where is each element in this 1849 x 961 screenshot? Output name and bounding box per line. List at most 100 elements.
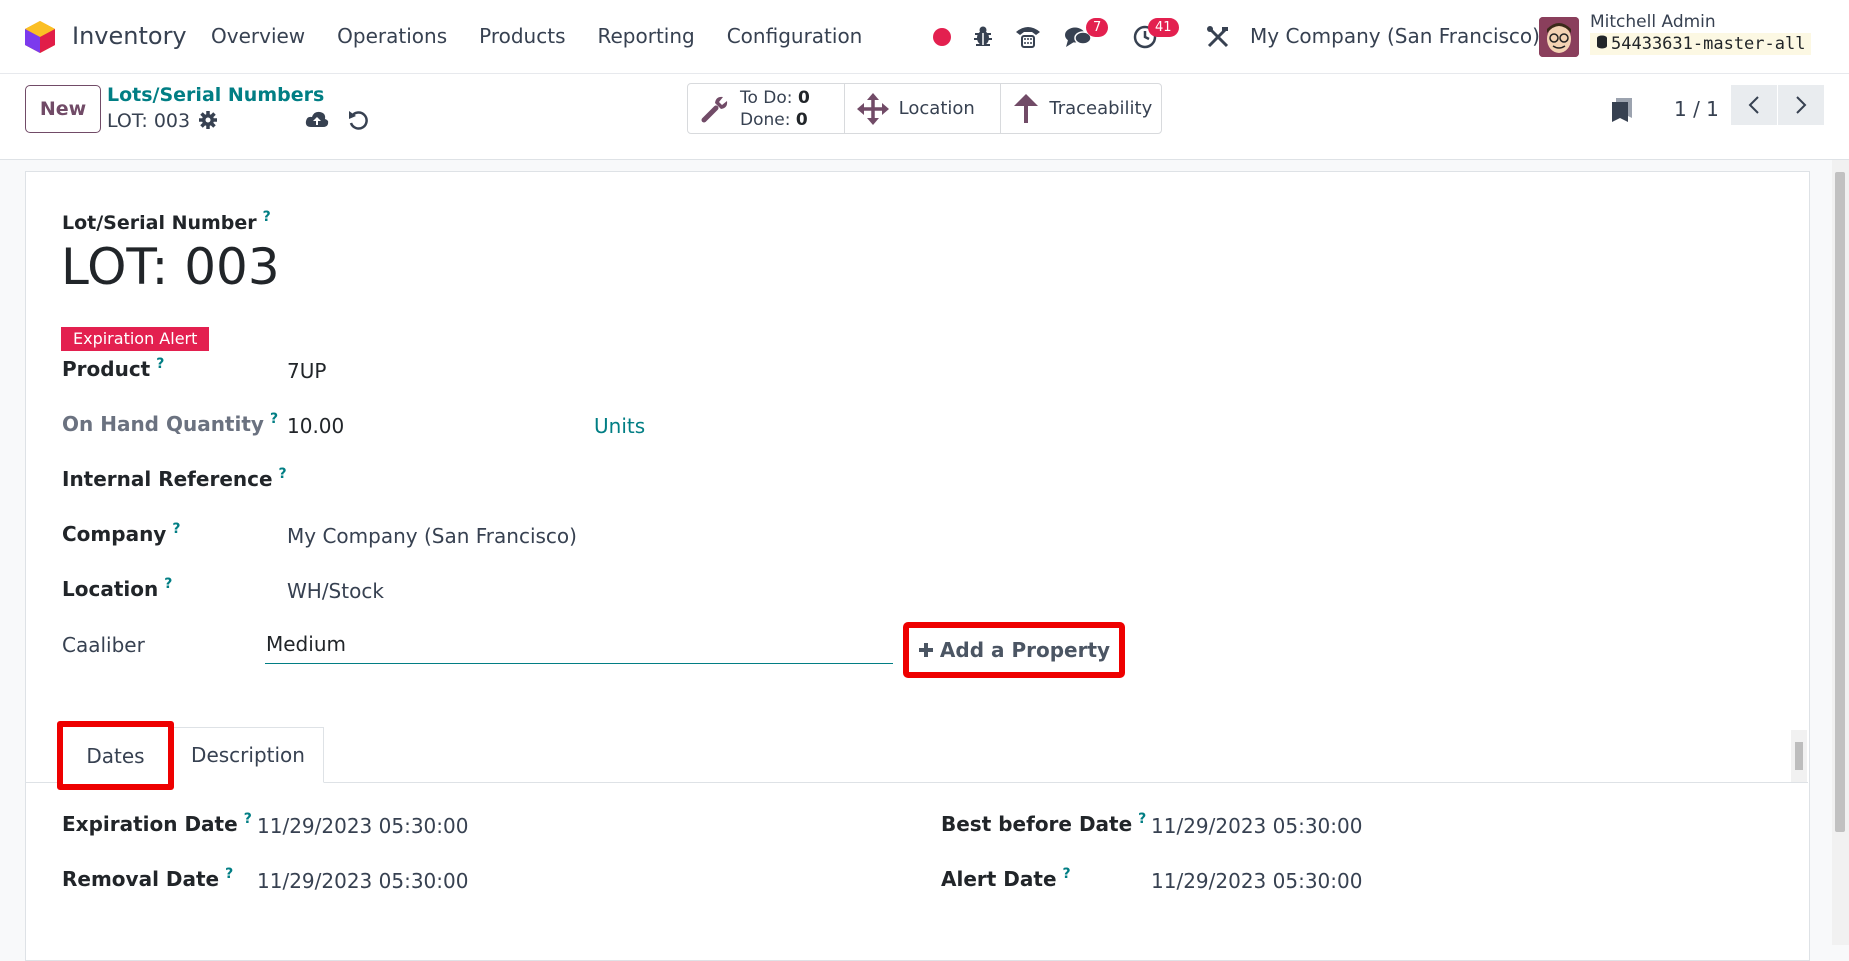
plus-icon xyxy=(918,643,933,657)
onhand-quantity-label-text: On Hand Quantity xyxy=(62,412,264,436)
onhand-quantity-label: On Hand Quantity? xyxy=(62,411,278,436)
pager-previous-button[interactable] xyxy=(1731,85,1777,125)
database-name: 54433631-master-all xyxy=(1590,33,1812,55)
add-property-label: Add a Property xyxy=(939,638,1111,662)
alert-date-field[interactable]: 11/29/2023 05:30:00 xyxy=(1151,869,1362,893)
chat-badge: 7 xyxy=(1086,18,1109,37)
phone-icon[interactable] xyxy=(1014,24,1042,50)
page-scrollbar[interactable] xyxy=(1832,160,1849,945)
activity-badge: 41 xyxy=(1148,18,1179,37)
menu-reporting[interactable]: Reporting xyxy=(597,24,694,48)
product-label: Product? xyxy=(62,356,164,381)
main-menu: Overview Operations Products Reporting C… xyxy=(211,24,862,48)
best-before-date-label: Best before Date? xyxy=(941,811,1146,836)
bug-icon[interactable] xyxy=(973,25,993,47)
help-tooltip-icon[interactable]: ? xyxy=(172,521,180,537)
help-tooltip-icon[interactable]: ? xyxy=(225,866,233,882)
chevron-right-icon xyxy=(1796,96,1807,114)
location-label: Location? xyxy=(62,576,172,601)
menu-operations[interactable]: Operations xyxy=(337,24,447,48)
traceability-button-label: Traceability xyxy=(1049,98,1153,119)
company-switcher[interactable]: My Company (San Francisco) xyxy=(1250,24,1540,48)
user-avatar[interactable] xyxy=(1539,17,1579,57)
new-button[interactable]: New xyxy=(25,85,101,133)
smart-buttons: To Do: 0 Done: 0 Location Traceability xyxy=(687,83,1162,134)
discard-changes-icon[interactable] xyxy=(347,109,369,131)
lot-serial-name[interactable]: LOT: 003 xyxy=(61,238,280,296)
caaliber-input[interactable]: Medium xyxy=(265,632,893,664)
menu-overview[interactable]: Overview xyxy=(211,24,305,48)
location-smart-button[interactable]: Location xyxy=(845,84,1002,133)
company-label-text: Company xyxy=(62,522,167,546)
help-tooltip-icon[interactable]: ? xyxy=(279,466,287,482)
todo-label: To Do: xyxy=(740,87,793,108)
user-name[interactable]: Mitchell Admin xyxy=(1590,12,1716,32)
removal-date-label-text: Removal Date xyxy=(62,867,220,891)
help-tooltip-icon[interactable]: ? xyxy=(164,576,172,592)
todo-count: 0 xyxy=(797,87,810,108)
form-sheet xyxy=(25,171,1810,961)
product-field[interactable]: 7UP xyxy=(287,359,326,383)
breadcrumb-current: LOT: 003 xyxy=(107,110,191,132)
expiration-date-label: Expiration Date? xyxy=(62,811,252,836)
menu-products[interactable]: Products xyxy=(479,24,565,48)
pager-next-button[interactable] xyxy=(1778,85,1824,125)
tabs-scrollbar[interactable] xyxy=(1791,730,1807,782)
menu-configuration[interactable]: Configuration xyxy=(727,24,863,48)
help-tooltip-icon[interactable]: ? xyxy=(244,811,252,827)
app-name[interactable]: Inventory xyxy=(72,22,187,50)
best-before-date-field[interactable]: 11/29/2023 05:30:00 xyxy=(1151,814,1362,838)
control-panel: New Lots/Serial Numbers LOT: 003 To Do: … xyxy=(0,74,1849,160)
cloud-save-icon[interactable] xyxy=(305,110,329,130)
uom-link[interactable]: Units xyxy=(594,414,645,438)
done-label: Done: xyxy=(740,109,791,130)
breadcrumb-lots[interactable]: Lots/Serial Numbers xyxy=(107,84,324,106)
expiration-date-field[interactable]: 11/29/2023 05:30:00 xyxy=(257,814,468,838)
help-tooltip-icon[interactable]: ? xyxy=(263,209,271,225)
help-tooltip-icon[interactable]: ? xyxy=(270,411,278,427)
internal-reference-label: Internal Reference? xyxy=(62,466,287,491)
lot-serial-label-text: Lot/Serial Number xyxy=(62,212,257,234)
company-field[interactable]: My Company (San Francisco) xyxy=(287,524,577,548)
onhand-quantity-value: 10.00 xyxy=(287,414,345,438)
location-field[interactable]: WH/Stock xyxy=(287,579,384,603)
internal-reference-input[interactable] xyxy=(287,462,893,496)
best-before-date-label-text: Best before Date xyxy=(941,812,1133,836)
avatar-face-icon xyxy=(1539,17,1579,57)
help-tooltip-icon[interactable]: ? xyxy=(1063,866,1071,882)
record-dot-icon[interactable] xyxy=(932,27,952,47)
attachment-bookmark-icon[interactable] xyxy=(1610,96,1634,124)
tab-dates[interactable]: Dates xyxy=(57,721,174,790)
page-scrollbar-thumb[interactable] xyxy=(1835,172,1845,832)
tab-description[interactable]: Description xyxy=(172,727,324,783)
todo-done-smart-button[interactable]: To Do: 0 Done: 0 xyxy=(688,84,845,133)
expiration-alert-badge: Expiration Alert xyxy=(61,327,210,351)
gear-icon[interactable] xyxy=(198,110,218,130)
tools-icon[interactable] xyxy=(1206,25,1230,49)
inventory-app-icon[interactable] xyxy=(24,20,56,54)
database-icon xyxy=(1597,35,1607,49)
removal-date-field[interactable]: 11/29/2023 05:30:00 xyxy=(257,869,468,893)
alert-date-label: Alert Date? xyxy=(941,866,1071,891)
help-tooltip-icon[interactable]: ? xyxy=(1138,811,1146,827)
pager-value[interactable]: 1 / 1 xyxy=(1674,97,1719,121)
location-label-text: Location xyxy=(62,577,159,601)
top-navbar: Inventory Overview Operations Products R… xyxy=(0,0,1849,74)
product-label-text: Product xyxy=(62,357,151,381)
tabs-scrollbar-thumb[interactable] xyxy=(1795,742,1803,770)
traceability-smart-button[interactable]: Traceability xyxy=(1001,84,1161,133)
arrow-up-icon xyxy=(1014,93,1039,123)
help-tooltip-icon[interactable]: ? xyxy=(156,356,164,372)
database-name-text: 54433631-master-all xyxy=(1611,34,1806,54)
company-label: Company? xyxy=(62,521,180,546)
caaliber-label: Caaliber xyxy=(62,633,145,657)
internal-reference-label-text: Internal Reference xyxy=(62,467,273,491)
done-count: 0 xyxy=(795,109,808,130)
alert-date-label-text: Alert Date xyxy=(941,867,1057,891)
expiration-date-label-text: Expiration Date xyxy=(62,812,238,836)
chevron-left-icon xyxy=(1748,96,1759,114)
add-property-button[interactable]: Add a Property xyxy=(903,622,1125,678)
wrench-icon xyxy=(701,96,728,122)
lot-serial-label: Lot/Serial Number? xyxy=(62,209,271,234)
removal-date-label: Removal Date? xyxy=(62,866,233,891)
